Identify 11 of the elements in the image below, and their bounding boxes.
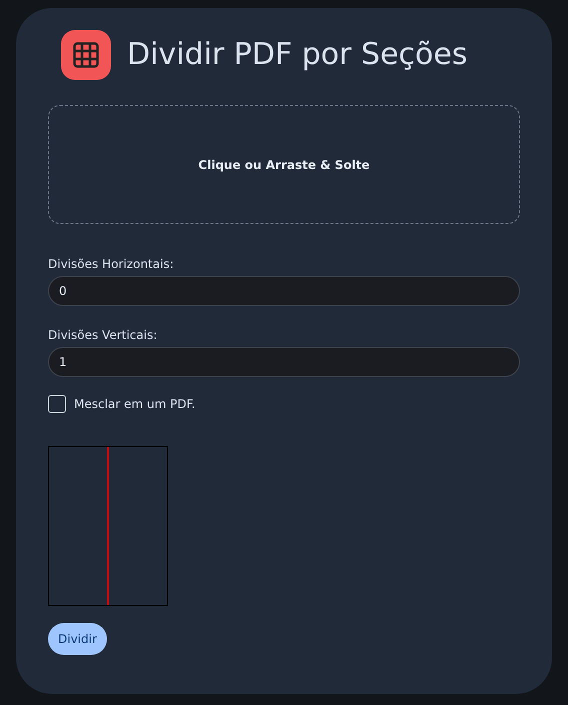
merge-label: Mesclar em um PDF. [74, 396, 196, 413]
field-label: Divisões Horizontais: [48, 256, 174, 273]
page-title: Dividir PDF por Seções [127, 37, 468, 73]
number-input[interactable]: 1 [48, 347, 520, 377]
number-input[interactable]: 0 [48, 276, 520, 306]
merge-checkbox[interactable] [48, 395, 66, 413]
dropzone-label: Clique ou Arraste & Solte [198, 156, 370, 174]
grid-icon [73, 42, 99, 68]
file-dropzone[interactable]: Clique ou Arraste & Solte [48, 105, 520, 224]
field-label: Divisões Verticais: [48, 327, 158, 344]
split-button[interactable]: Dividir [48, 623, 107, 655]
